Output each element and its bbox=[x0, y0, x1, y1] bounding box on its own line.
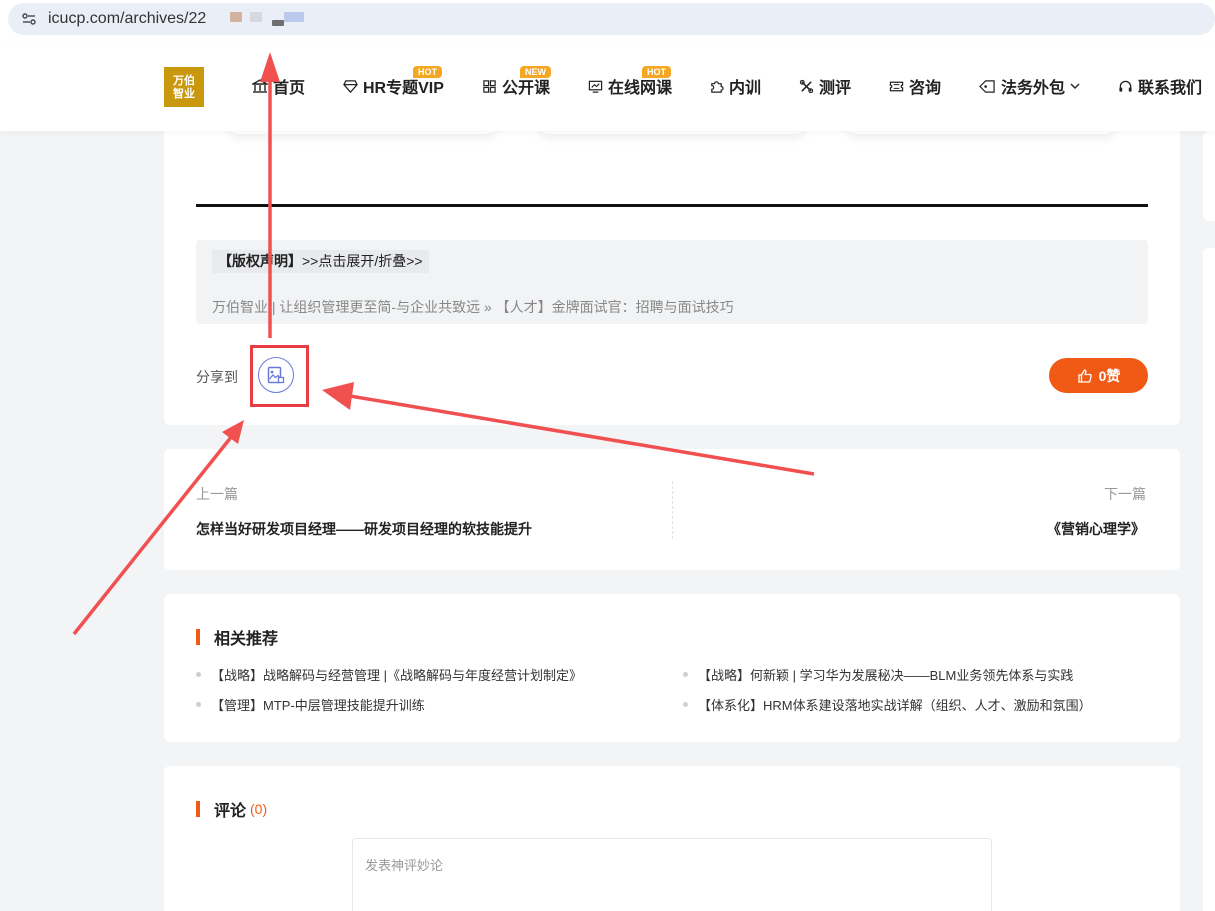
site-logo[interactable]: 万伯 智业 bbox=[164, 67, 204, 107]
related-item-link[interactable]: 【管理】MTP-中层管理技能提升训练 bbox=[211, 695, 425, 714]
breadcrumb: 万伯智业 | 让组织管理更至简-与企业共致远 » 【人才】金牌面试官：招聘与面试… bbox=[212, 299, 734, 315]
comments-count: (0) bbox=[250, 801, 268, 817]
browser-toolbar: icucp.com/archives/22 bbox=[0, 0, 1215, 42]
article-divider bbox=[196, 204, 1148, 207]
bullet-dot bbox=[683, 702, 688, 707]
nav-label: 内训 bbox=[729, 80, 762, 97]
prev-post-label: 上一篇 bbox=[196, 486, 238, 502]
next-post-label: 下一篇 bbox=[1104, 486, 1146, 502]
ticket-icon bbox=[889, 79, 904, 94]
site-header: 万伯 智业 首页 HR专题VIP HOT 公开课 NEW 在线网课 HOT 内训… bbox=[0, 42, 1215, 131]
like-count: 0赞 bbox=[1098, 367, 1121, 384]
headset-icon bbox=[1118, 79, 1133, 94]
monitor-icon bbox=[588, 79, 603, 94]
tag-icon bbox=[979, 79, 996, 94]
diamond-icon bbox=[343, 79, 358, 94]
url-text: icucp.com/archives/22 bbox=[48, 10, 207, 27]
copyright-expand-link: >>点击展开/折叠>> bbox=[302, 253, 423, 269]
chevron-down-icon bbox=[1070, 82, 1080, 90]
logo-text-line2: 智业 bbox=[173, 87, 195, 100]
sidebar-widget-edge bbox=[1203, 248, 1215, 911]
nav-item-home[interactable]: 首页 bbox=[252, 72, 305, 100]
nav-item-hr-vip[interactable]: HR专题VIP HOT bbox=[343, 66, 444, 100]
related-item[interactable]: 【战略】战略解码与经营管理 |《战略解码与年度经营计划制定》 bbox=[196, 665, 582, 684]
nav-label: 联系我们 bbox=[1138, 80, 1203, 97]
section-accent-bar bbox=[196, 801, 200, 817]
post-nav-divider bbox=[672, 481, 673, 539]
logo-text-line1: 万伯 bbox=[173, 74, 195, 87]
redacted-url-block bbox=[284, 12, 304, 22]
redacted-url-block bbox=[230, 12, 242, 22]
related-item[interactable]: 【体系化】HRM体系建设落地实战详解（组织、人才、激励和氛围） bbox=[683, 695, 1092, 714]
related-item-link[interactable]: 【战略】战略解码与经营管理 |《战略解码与年度经营计划制定》 bbox=[211, 665, 582, 684]
nav-item-inhouse-training[interactable]: 内训 bbox=[709, 72, 761, 100]
comment-textarea[interactable]: 发表神评妙论 bbox=[352, 838, 992, 911]
prev-post-link[interactable]: 怎样当好研发项目经理——研发项目经理的软技能提升 bbox=[196, 519, 532, 539]
nav-item-consulting[interactable]: 咨询 bbox=[889, 72, 941, 100]
tools-icon bbox=[799, 79, 814, 94]
related-item-link[interactable]: 【战略】何新颖 | 学习华为发展秘决——BLM业务领先体系与实践 bbox=[698, 665, 1073, 684]
address-bar[interactable]: icucp.com/archives/22 bbox=[8, 3, 1215, 35]
redacted-url-block bbox=[272, 20, 284, 26]
nav-item-public-course[interactable]: 公开课 NEW bbox=[482, 66, 551, 100]
copyright-toggle[interactable]: 【版权声明】>>点击展开/折叠>> bbox=[212, 250, 429, 273]
comments-heading: 评论 (0) bbox=[196, 797, 267, 821]
comment-placeholder: 发表神评妙论 bbox=[365, 858, 444, 873]
comments-title: 评论 bbox=[214, 803, 247, 820]
nav-item-contact[interactable]: 联系我们 bbox=[1118, 72, 1202, 100]
nav-label: 首页 bbox=[273, 80, 306, 97]
site-settings-icon[interactable] bbox=[20, 10, 38, 28]
hot-badge: HOT bbox=[413, 66, 442, 78]
like-button[interactable]: 0赞 bbox=[1049, 358, 1148, 393]
copyright-title: 【版权声明】 bbox=[218, 253, 302, 269]
bank-icon bbox=[252, 78, 268, 94]
sidebar-widget-edge bbox=[1203, 131, 1215, 221]
section-accent-bar bbox=[196, 629, 200, 645]
thumbs-up-icon bbox=[1077, 368, 1093, 384]
bullet-dot bbox=[196, 702, 201, 707]
annotation-highlight-box bbox=[250, 345, 309, 407]
hot-badge: HOT bbox=[642, 66, 671, 78]
bullet-dot bbox=[683, 672, 688, 677]
redacted-url-block bbox=[250, 12, 262, 22]
nav-item-legal-outsourcing[interactable]: 法务外包 bbox=[979, 72, 1080, 100]
related-title: 相关推荐 bbox=[214, 631, 279, 648]
puzzle-icon bbox=[709, 79, 724, 94]
nav-item-assessment[interactable]: 测评 bbox=[799, 72, 851, 100]
bullet-dot bbox=[196, 672, 201, 677]
nav-label: 测评 bbox=[819, 80, 852, 97]
nav-label: 法务外包 bbox=[1001, 80, 1066, 97]
share-label: 分享到 bbox=[196, 369, 238, 385]
related-heading: 相关推荐 bbox=[196, 625, 278, 649]
nav-item-online-course[interactable]: 在线网课 HOT bbox=[588, 66, 672, 100]
related-item[interactable]: 【管理】MTP-中层管理技能提升训练 bbox=[196, 695, 425, 714]
copyright-notice: 【版权声明】>>点击展开/折叠>> 万伯智业 | 让组织管理更至简-与企业共致远… bbox=[196, 240, 1148, 324]
related-item-link[interactable]: 【体系化】HRM体系建设落地实战详解（组织、人才、激励和氛围） bbox=[698, 695, 1092, 714]
new-badge: NEW bbox=[520, 66, 551, 78]
related-item[interactable]: 【战略】何新颖 | 学习华为发展秘决——BLM业务领先体系与实践 bbox=[683, 665, 1073, 684]
grid-icon bbox=[482, 79, 497, 94]
next-post-link[interactable]: 《营销心理学》 bbox=[1047, 519, 1145, 539]
nav-label: 咨询 bbox=[909, 80, 942, 97]
